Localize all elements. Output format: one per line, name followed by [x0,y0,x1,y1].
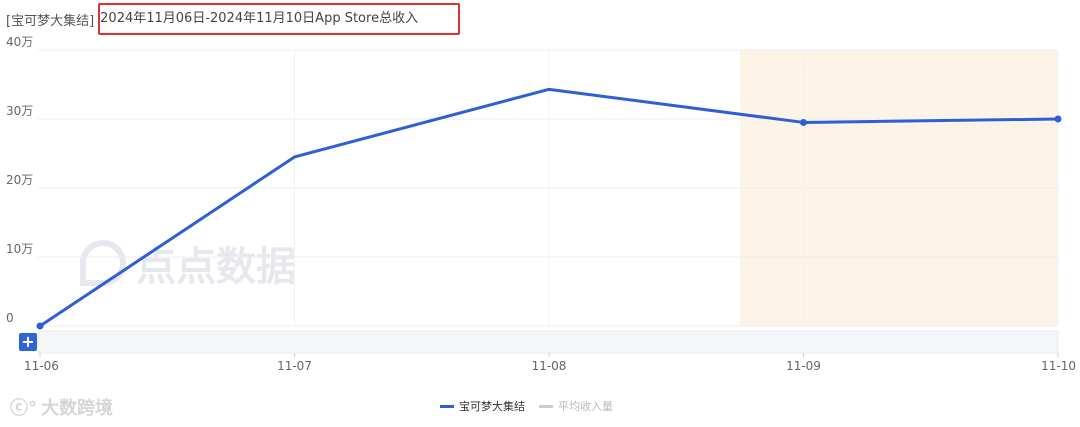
legend-label-series-1: 宝可梦大集结 [459,400,525,413]
watermark-brand-text: 大数跨境 [41,398,113,419]
x-tick-label: 11-09 [786,359,821,373]
legend-label-series-2: 平均收入量 [558,400,613,413]
data-point [1054,115,1062,123]
x-tick-label: 11-08 [532,359,567,373]
zoom-slider-track [37,330,1059,354]
watermark-brand: ⓒ° 大数跨境 [10,394,113,420]
data-point [36,322,44,330]
legend-item-series-1[interactable]: 宝可梦大集结 [440,398,525,414]
legend-swatch-series-1 [440,404,454,408]
legend: 宝可梦大集结 平均收入量 [440,398,613,414]
y-tick-label: 30万 [6,104,33,118]
legend-item-series-2[interactable]: 平均收入量 [539,398,613,414]
x-tick-label: 11-07 [277,359,312,373]
y-tick-label: 20万 [6,173,33,187]
y-tick-label: 10万 [6,242,33,256]
y-tick-label: 40万 [6,35,33,49]
brand-logo-icon: ⓒ° [10,398,37,419]
y-tick-label: 0 [6,311,14,325]
legend-swatch-series-2 [539,404,553,408]
x-tick-label: 11-10 [1041,359,1076,373]
data-point [800,118,807,126]
line-chart: 0 10万 20万 30万 40万 11-06 11-07 11-08 11-09 11-10 [6,35,1076,373]
x-tick-label: 11-06 [24,359,59,373]
zoom-add-button[interactable]: + [19,333,37,351]
